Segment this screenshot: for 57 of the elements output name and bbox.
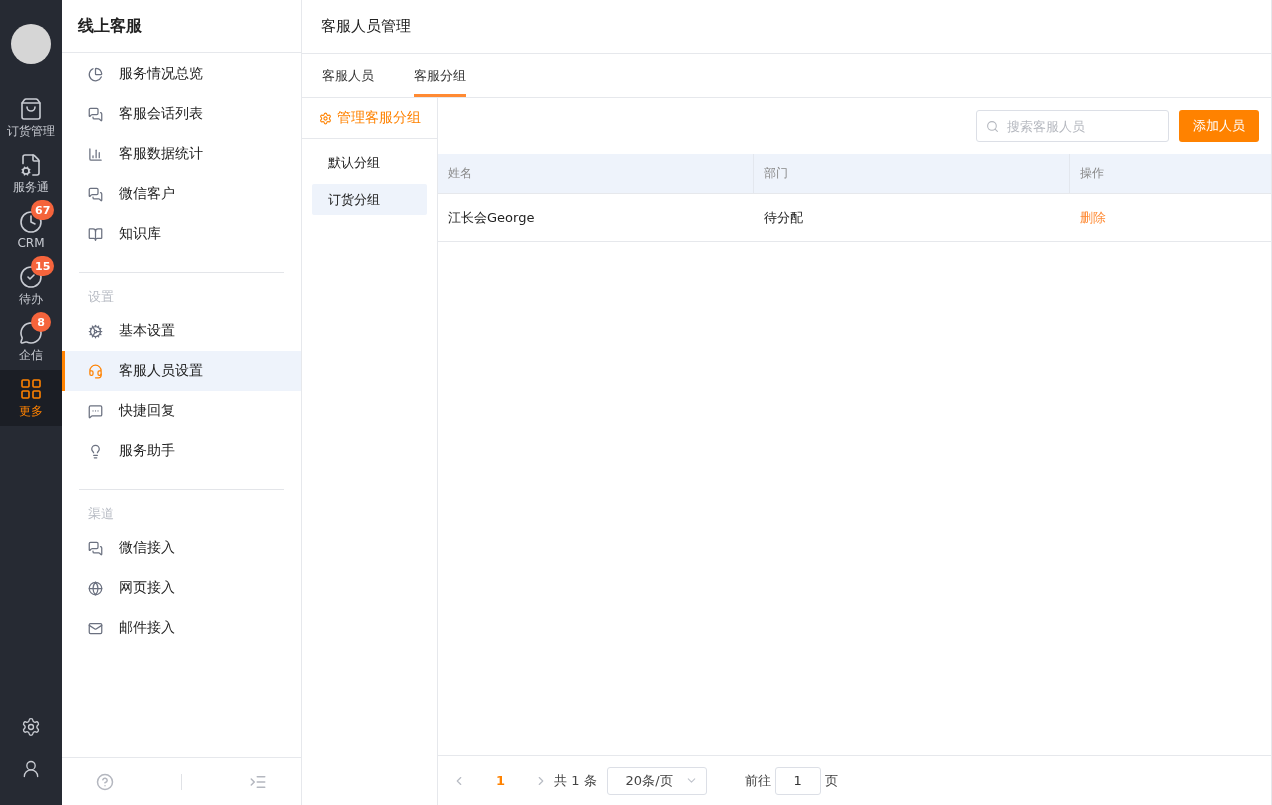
sidebar-item[interactable]: 快捷回复 [62, 391, 301, 431]
table-cell: 待分配 [764, 208, 803, 227]
sidebar-item[interactable]: 网页接入 [62, 568, 301, 608]
column-header: 姓名 [448, 165, 472, 182]
reply-icon [88, 403, 103, 419]
section-heading: 设置 [87, 288, 115, 306]
section-heading: 渠道 [87, 505, 115, 523]
page-size-select[interactable]: 20条/页 [606, 766, 707, 795]
search-field[interactable]: 搜索客服人员 [976, 110, 1169, 142]
gear-icon [318, 111, 332, 125]
chat-icon [19, 320, 43, 345]
rail-nav-item[interactable]: 企信 8 [0, 314, 62, 370]
pie-icon [88, 66, 103, 82]
count-badge: 8 [31, 312, 51, 332]
book-icon [88, 226, 103, 242]
rail-nav-item[interactable]: 订货管理 [0, 90, 62, 146]
goto-page-input[interactable]: 1 [774, 766, 821, 795]
column-header: 部门 [764, 165, 788, 182]
rail-nav-item[interactable]: 更多 [0, 370, 62, 426]
sidebar-item[interactable]: 服务助手 [62, 431, 301, 471]
page-title: 客服人员管理 [302, 0, 1271, 54]
settings-icon[interactable] [21, 717, 41, 737]
count-badge: 67 [31, 200, 55, 220]
total-count: 共 1 条 [554, 771, 597, 790]
count-badge: 15 [31, 256, 55, 276]
grid-icon [19, 376, 43, 401]
sidebar-item[interactable]: 邮件接入 [62, 608, 301, 648]
rail-nav-item[interactable]: CRM 67 [0, 202, 62, 258]
bars-icon [88, 146, 103, 162]
sidebar-item[interactable]: 客服人员设置 [62, 351, 301, 391]
mail-icon [88, 620, 103, 636]
user-avatar[interactable] [11, 24, 51, 64]
sidebar-item[interactable]: 客服数据统计 [62, 134, 301, 174]
group-item[interactable]: 默认分组 [312, 147, 427, 178]
group-item[interactable]: 订货分组 [312, 184, 427, 215]
msgs-icon [88, 106, 103, 122]
goto-label: 前往 [744, 771, 771, 790]
web-icon [88, 580, 103, 596]
gear-icon [88, 323, 103, 339]
sidebar-item[interactable]: 客服会话列表 [62, 94, 301, 134]
sidebar-item[interactable]: 知识库 [62, 214, 301, 254]
bulb-icon [88, 443, 103, 459]
sidebar-item[interactable]: 基本设置 [62, 311, 301, 351]
tab[interactable]: 客服分组 [414, 54, 466, 97]
sidebar-item[interactable]: 微信客户 [62, 174, 301, 214]
page-unit: 页 [824, 771, 838, 790]
table-cell: 江长会George [448, 208, 535, 227]
rail-nav-item[interactable]: 服务通 [0, 146, 62, 202]
sidebar-item[interactable]: 服务情况总览 [62, 54, 301, 94]
column-header: 操作 [1080, 165, 1104, 182]
tab[interactable]: 客服人员 [322, 54, 374, 97]
bag-icon [19, 96, 43, 121]
sidebar-item[interactable]: 微信接入 [62, 528, 301, 568]
sidebar-title: 线上客服 [62, 0, 301, 53]
help-icon[interactable] [95, 772, 114, 791]
search-icon [986, 120, 999, 133]
rail-nav-item[interactable]: 待办 15 [0, 258, 62, 314]
